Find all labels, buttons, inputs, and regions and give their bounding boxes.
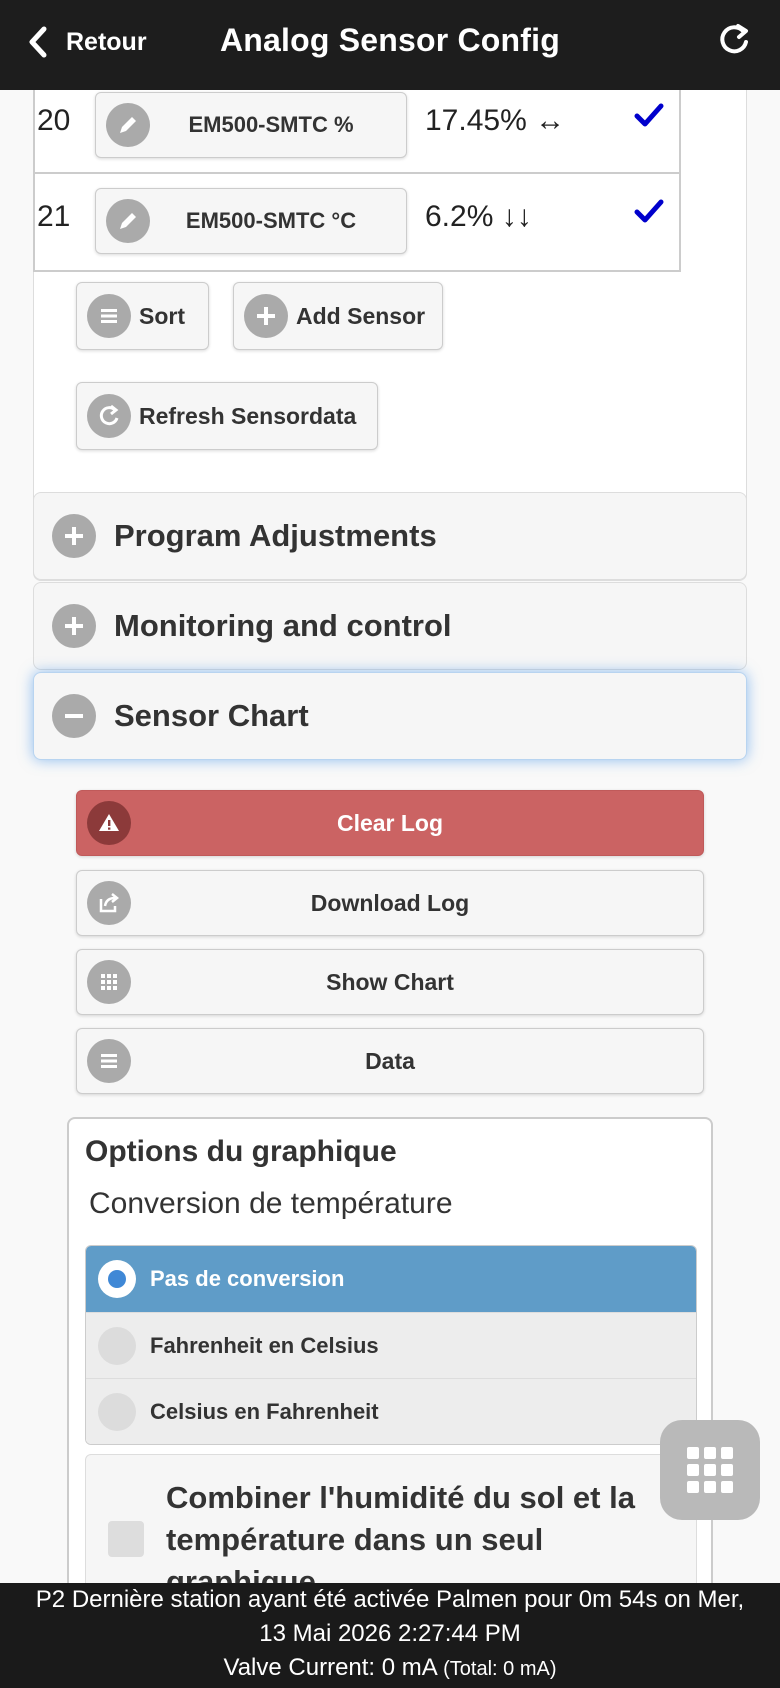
sensor-value: 6.2% ↓↓ [425,200,532,233]
checkbox-unchecked-icon[interactable] [108,1521,144,1557]
edit-sensor-button[interactable]: EM500-SMTC % [95,92,407,158]
download-log-button[interactable]: Download Log [76,870,704,936]
show-chart-label: Show Chart [326,968,454,995]
accordion-label: Monitoring and control [114,608,452,643]
data-button[interactable]: Data [76,1028,704,1094]
minus-icon [52,694,96,738]
add-sensor-label: Add Sensor [296,302,426,329]
radio-label: Pas de conversion [150,1266,345,1291]
clear-log-button[interactable]: Clear Log [76,790,704,856]
conversion-title: Conversion de température [89,1187,453,1220]
last-station-date: 13 Mai 2026 2:27:44 PM [259,1620,521,1647]
valve-current-total: (Total: 0 mA) [443,1658,557,1680]
warning-icon [87,801,131,845]
download-log-label: Download Log [310,889,470,916]
sensor-number: 20 [37,104,71,137]
plus-icon [52,604,96,648]
sensor-row: 20 EM500-SMTC % 17.45% ↔ [35,90,679,174]
accordion-label: Program Adjustments [114,518,437,553]
share-icon [87,881,131,925]
last-station-status: P2 Dernière station ayant été activée Pa… [35,1586,745,1613]
sensor-name: EM500-SMTC % [188,112,354,137]
status-footer: P2 Dernière station ayant été activée Pa… [0,1583,780,1688]
chevron-left-icon [29,26,47,58]
checkmark-icon [633,100,665,137]
radio-celsius-to-fahrenheit[interactable]: Celsius en Fahrenheit [86,1378,696,1444]
plus-icon [52,514,96,558]
back-button[interactable]: Retour [26,20,147,64]
sensor-value: 17.45% ↔ [425,104,566,137]
combine-label: Combiner l'humidité du sol et la tempéra… [166,1480,635,1583]
valve-current-value: Valve Current: 0 mA [223,1654,437,1681]
page-content[interactable]: 20 EM500-SMTC % 17.45% ↔ 21 EM500-SMTC °… [0,90,780,1583]
radio-unselected-icon [98,1392,136,1431]
accordion-monitoring[interactable]: Monitoring and control [33,582,747,670]
sensor-name: EM500-SMTC °C [185,208,357,233]
accordion-sensor-chart[interactable]: Sensor Chart [33,672,747,760]
radio-fahrenheit-to-celsius[interactable]: Fahrenheit en Celsius [86,1312,696,1378]
combine-checkbox-row[interactable]: Combiner l'humidité du sol et la tempéra… [85,1454,697,1583]
radio-unselected-icon [98,1326,136,1365]
radio-label: Celsius en Fahrenheit [150,1398,379,1424]
edit-sensor-button[interactable]: EM500-SMTC °C [95,188,407,254]
accordion-program-adjustments[interactable]: Program Adjustments [33,492,747,580]
checkmark-icon [633,196,665,233]
refresh-sensordata-label: Refresh Sensordata [139,402,357,429]
pencil-icon [106,103,150,147]
data-label: Data [365,1047,415,1074]
clear-log-label: Clear Log [336,809,444,836]
accordion-label: Sensor Chart [114,698,309,733]
valve-current: Valve Current: 0 mA (Total: 0 mA) [0,1651,780,1686]
radio-label: Fahrenheit en Celsius [150,1332,379,1358]
grid-icon [687,1447,733,1493]
add-sensor-button[interactable]: Add Sensor [233,282,443,350]
app-header: Retour Analog Sensor Config [0,0,780,90]
sort-button[interactable]: Sort [76,282,209,350]
sensor-number: 21 [37,200,71,233]
plus-icon [244,294,288,338]
radio-no-conversion[interactable]: Pas de conversion [86,1246,696,1312]
sensor-table: 20 EM500-SMTC % 17.45% ↔ 21 EM500-SMTC °… [33,90,681,272]
menu-lines-icon [87,1039,131,1083]
show-chart-button[interactable]: Show Chart [76,949,704,1015]
refresh-button[interactable] [716,22,756,62]
grid-icon [87,960,131,1004]
floating-menu-button[interactable] [660,1420,760,1520]
chart-options-panel: Options du graphique Conversion de tempé… [67,1117,713,1583]
radio-selected-icon [98,1260,136,1298]
chart-options-title: Options du graphique [85,1135,397,1168]
menu-lines-icon [87,294,131,338]
back-label: Retour [66,27,147,56]
pencil-icon [106,199,150,243]
refresh-icon [87,394,131,438]
refresh-icon [720,24,748,54]
sort-label: Sort [139,302,185,329]
sensor-row: 21 EM500-SMTC °C 6.2% ↓↓ [35,174,679,270]
conversion-radio-group: Pas de conversion Fahrenheit en Celsius … [85,1245,697,1445]
refresh-sensordata-button[interactable]: Refresh Sensordata [76,382,378,450]
